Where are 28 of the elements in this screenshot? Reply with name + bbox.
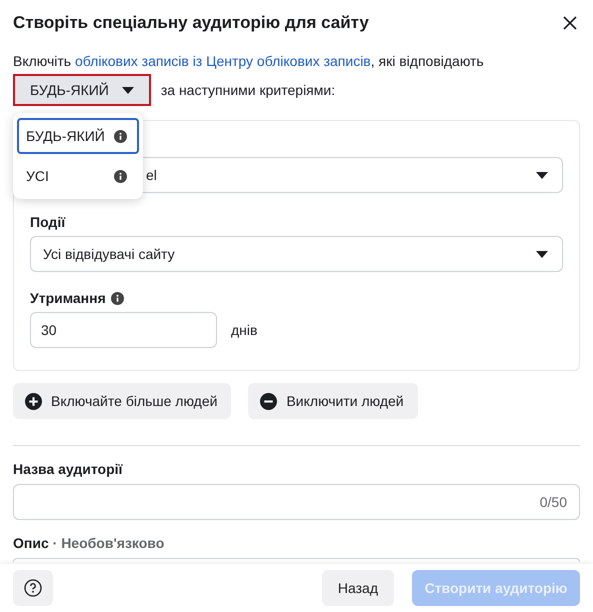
unit-label: днів bbox=[231, 322, 258, 338]
plus-icon bbox=[25, 392, 42, 410]
field-label: Утримання bbox=[30, 290, 106, 306]
info-icon bbox=[114, 130, 127, 142]
intro-text: Включіть облікових записів із Центру облікових записів, які відповідають bbox=[13, 52, 485, 70]
caret-icon bbox=[536, 250, 548, 258]
retention-field[interactable]: 30 bbox=[30, 312, 217, 348]
include-button[interactable]: Включайте більше людей bbox=[13, 383, 232, 419]
menu-item[interactable]: БУДЬ-ЯКИЙ bbox=[17, 118, 139, 154]
field-label: Опис · Необов'язково bbox=[13, 535, 166, 551]
criteria-text: за наступними критеріями: bbox=[160, 82, 336, 98]
info-icon bbox=[110, 292, 124, 304]
match-dropdown[interactable]: БУДЬ-ЯКИЙ bbox=[13, 74, 151, 106]
name-field[interactable]: 0/50 bbox=[13, 484, 580, 520]
exclude-button[interactable]: Виключити людей bbox=[248, 383, 418, 419]
info-icon bbox=[114, 170, 127, 182]
back-button[interactable]: Назад bbox=[322, 570, 394, 606]
events-select[interactable]: Усі відвідувачі сайту bbox=[30, 236, 563, 272]
field-label: Події bbox=[30, 214, 66, 230]
caret-icon bbox=[122, 86, 134, 94]
field-label: Назва аудиторії bbox=[13, 461, 124, 477]
caret-icon bbox=[536, 172, 548, 178]
help-button[interactable] bbox=[13, 570, 53, 606]
close-icon[interactable] bbox=[562, 15, 578, 31]
help-icon bbox=[24, 579, 42, 597]
minus-icon bbox=[260, 392, 278, 410]
dialog-title: Створіть спеціальну аудиторію для сайту bbox=[13, 13, 369, 33]
accounts-link[interactable]: облікових записів із Центру облікових записів bbox=[74, 53, 371, 69]
